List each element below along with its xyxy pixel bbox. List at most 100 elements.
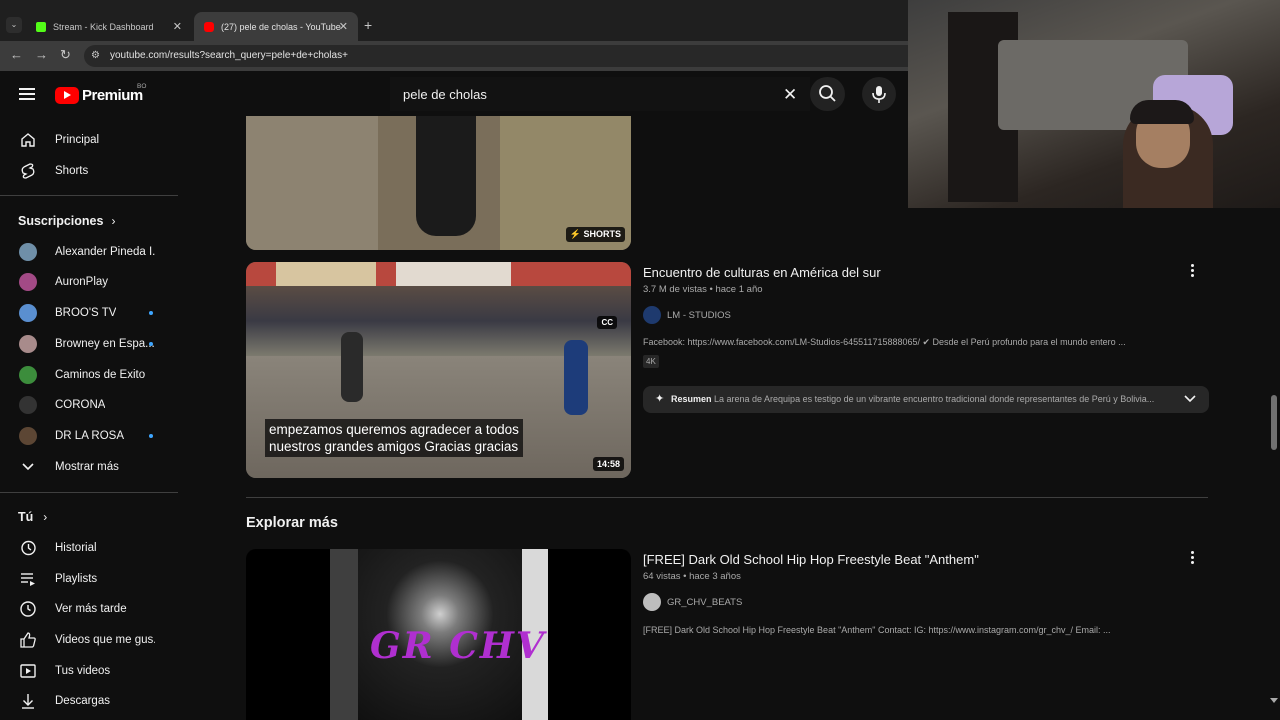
cc-badge: CC: [597, 316, 617, 329]
sidebar-item-label: Ver más tarde: [55, 603, 127, 615]
sidebar-item-tus-videos[interactable]: Tus videos: [0, 656, 178, 686]
sidebar-item-subscription[interactable]: Caminos de Éxito: [0, 360, 178, 390]
home-icon: [18, 130, 38, 150]
sidebar-item-label: Mostrar más: [55, 461, 119, 473]
sidebar-item-principal[interactable]: Principal: [0, 125, 178, 155]
shorts-icon: ⚡: [569, 229, 581, 239]
channel-avatar: [643, 593, 661, 611]
more-actions-icon[interactable]: [1191, 551, 1195, 566]
forward-icon[interactable]: →: [35, 47, 48, 62]
new-tab-icon[interactable]: +: [364, 17, 372, 33]
page-scrollbar[interactable]: [1271, 395, 1277, 450]
search-button[interactable]: [810, 77, 845, 111]
channel-name: GR_CHV_BEATS: [667, 596, 743, 608]
youtube-favicon-icon: [204, 21, 214, 32]
chevron-down-icon[interactable]: [1183, 392, 1197, 411]
channel-avatar: [19, 427, 37, 445]
summary-text: La arena de Arequipa es testigo de un vi…: [714, 394, 1155, 404]
channel-avatar: [19, 335, 37, 353]
ai-summary-bar[interactable]: ✦ Resumen La arena de Arequipa es testig…: [643, 386, 1209, 413]
chevron-down-icon: [18, 457, 38, 477]
search-query-text: pele de cholas: [403, 87, 487, 102]
search-icon: [819, 85, 836, 102]
video-title[interactable]: [FREE] Dark Old School Hip Hop Freestyle…: [643, 552, 979, 567]
caption-line: empezamos queremos agradecer a todos: [269, 422, 519, 437]
back-icon[interactable]: ←: [10, 47, 23, 62]
shorts-badge-label: SHORTS: [583, 229, 621, 239]
site-info-icon[interactable]: ⚙: [91, 50, 100, 61]
sidebar-item-historial[interactable]: Historial: [0, 533, 178, 563]
voice-search-button[interactable]: [862, 77, 896, 111]
tab-list-dropdown-icon[interactable]: ⌄: [6, 17, 22, 33]
sidebar-item-label: Historial: [55, 542, 97, 554]
sidebar-item-shorts[interactable]: Shorts: [0, 156, 178, 186]
tab-title: Stream - Kick Dashboard: [53, 21, 154, 32]
channel-avatar: [643, 306, 661, 324]
menu-icon[interactable]: [19, 88, 35, 100]
video-meta: 3.7 M de vistas • hace 1 año: [643, 284, 763, 295]
sidebar-item-label: DR LA ROSA: [55, 430, 125, 442]
video-thumbnail[interactable]: GR CHV: [246, 549, 631, 720]
logo-text: Premium: [82, 86, 143, 104]
youtube-logo[interactable]: Premium: [55, 86, 143, 104]
history-icon: [18, 538, 38, 558]
shorts-thumbnail[interactable]: ⚡ SHORTS: [246, 116, 631, 250]
sidebar-item-subscription[interactable]: Alexander Pineda I...: [0, 237, 178, 267]
video-meta: 64 vistas • hace 3 años: [643, 571, 741, 582]
channel-avatar: [19, 243, 37, 261]
video-description: Facebook: https://www.facebook.com/LM-St…: [643, 337, 1126, 347]
sidebar-item-label: Shorts: [55, 165, 89, 177]
chevron-right-icon: ›: [111, 214, 116, 228]
more-actions-icon[interactable]: [1191, 264, 1195, 279]
show-more-button[interactable]: Mostrar más: [0, 452, 178, 482]
sidebar-item-liked-videos[interactable]: Videos que me gus...: [0, 625, 178, 655]
sidebar-item-label: Principal: [55, 134, 100, 146]
video-title[interactable]: Encuentro de culturas en América del sur: [643, 265, 881, 280]
channel-avatar: [19, 366, 37, 384]
url-text: youtube.com/results?search_query=pele+de…: [110, 50, 348, 61]
your-videos-icon: [18, 661, 38, 681]
sparkle-icon: ✦: [655, 393, 665, 405]
sidebar-item-label: CORONA: [55, 399, 106, 411]
caption-line: nuestros grandes amigos Gracias gracias: [269, 439, 519, 454]
sidebar-divider: [0, 492, 178, 493]
playlists-icon: [18, 569, 38, 589]
watch-later-icon: [18, 599, 38, 619]
sidebar-item-label: Alexander Pineda I...: [55, 246, 155, 258]
sidebar-item-subscription[interactable]: BROO'S TV: [0, 298, 178, 328]
duration-badge: 14:58: [592, 457, 624, 471]
you-header[interactable]: Tú ›: [18, 510, 47, 524]
video-thumbnail[interactable]: CC empezamos queremos agradecer a todos …: [246, 262, 631, 478]
channel-avatar: [19, 304, 37, 322]
subscriptions-header[interactable]: Suscripciones ›: [18, 214, 115, 228]
sidebar-item-label: Caminos de Éxito: [55, 369, 146, 381]
sidebar-item-subscription[interactable]: AuronPlay: [0, 267, 178, 297]
sidebar-item-subscription[interactable]: Browney en Espa...: [0, 329, 178, 359]
tab-title: (27) pele de cholas - YouTube: [221, 21, 341, 32]
new-content-indicator: [149, 311, 153, 315]
reload-icon[interactable]: ↻: [60, 47, 71, 63]
video-caption: empezamos queremos agradecer a todos nue…: [265, 419, 523, 457]
sidebar-item-label: AuronPlay: [55, 276, 109, 288]
section-divider: [246, 497, 1208, 498]
subscriptions-title: Suscripciones: [18, 214, 104, 228]
channel-link[interactable]: GR_CHV_BEATS: [643, 593, 742, 611]
sidebar-item-playlists[interactable]: Playlists: [0, 564, 178, 594]
sidebar-item-subscription[interactable]: CORONA: [0, 390, 178, 420]
thumbnail-graffiti-text: GR CHV: [370, 625, 546, 667]
shorts-icon: [18, 161, 38, 181]
channel-link[interactable]: LM - STUDIOS: [643, 306, 731, 324]
close-tab-icon[interactable]: ✕: [339, 20, 348, 33]
browser-tab-youtube[interactable]: (27) pele de cholas - YouTube ✕: [194, 12, 358, 41]
sidebar-item-subscription[interactable]: DR LA ROSA: [0, 421, 178, 451]
browser-tab-kick[interactable]: Stream - Kick Dashboard ✕: [26, 12, 192, 41]
youtube-play-icon: [55, 86, 79, 104]
downloads-icon: [18, 691, 38, 711]
channel-avatar: [19, 396, 37, 414]
sidebar-item-ver-mas-tarde[interactable]: Ver más tarde: [0, 594, 178, 624]
clear-search-icon[interactable]: ✕: [783, 85, 797, 105]
close-tab-icon[interactable]: ✕: [173, 20, 182, 33]
scroll-down-arrow-icon[interactable]: [1270, 698, 1278, 703]
sidebar-item-descargas[interactable]: Descargas: [0, 686, 178, 716]
sidebar-item-label: Descargas: [55, 695, 110, 707]
